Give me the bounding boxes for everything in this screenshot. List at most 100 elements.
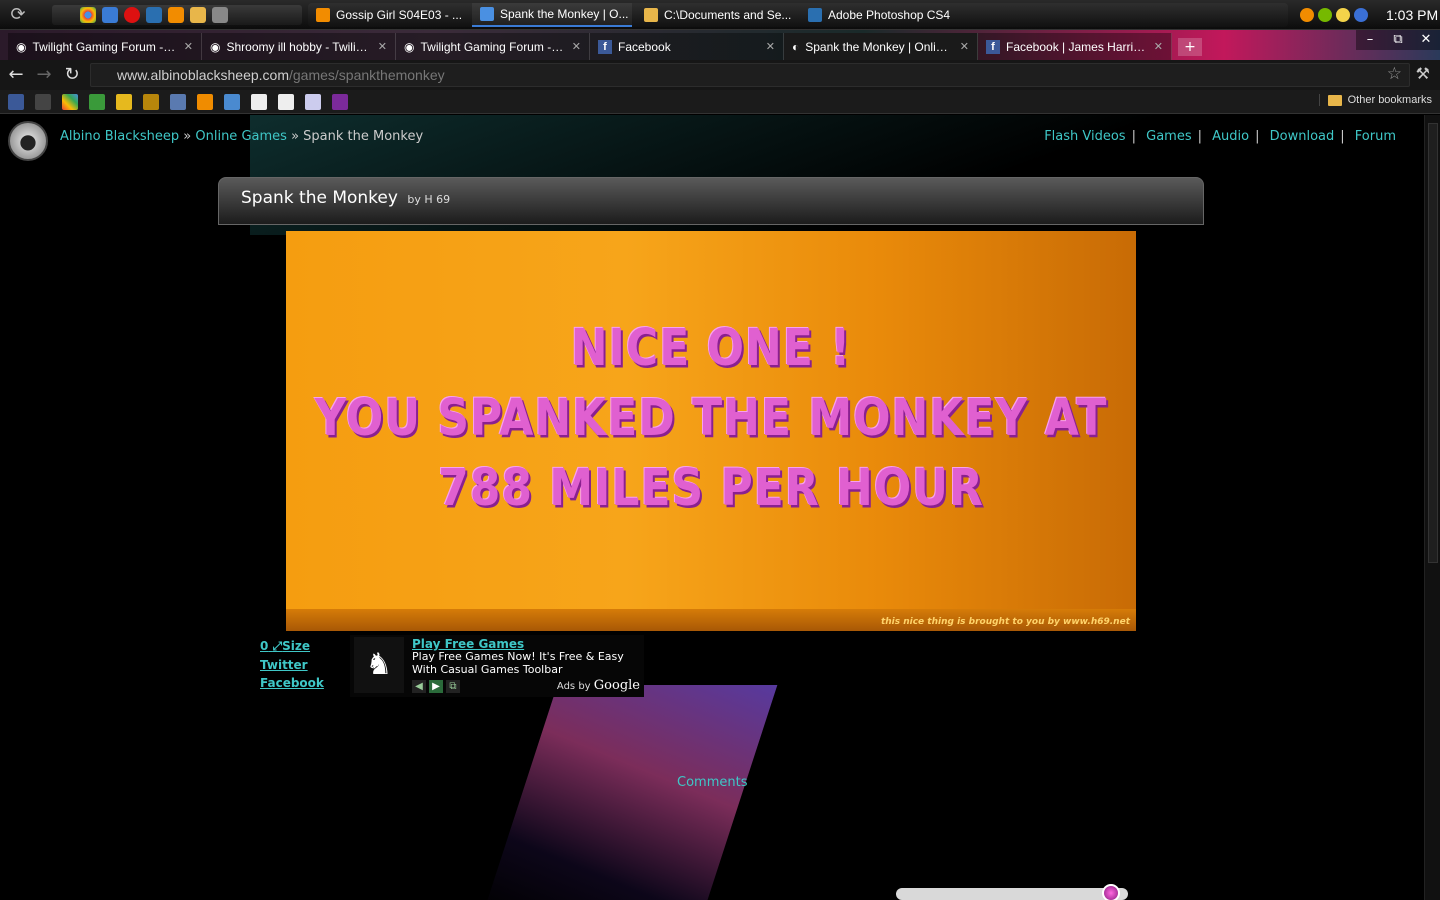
photoshop-icon[interactable] bbox=[146, 7, 162, 23]
app-icon[interactable] bbox=[212, 7, 228, 23]
close-icon[interactable]: ✕ bbox=[766, 40, 775, 53]
site-logo[interactable]: ● bbox=[8, 121, 48, 161]
task-label: Gossip Girl S04E03 - ... bbox=[336, 8, 463, 22]
tab-spank-the-monkey[interactable]: ◐ Spank the Monkey | Online ... ✕ bbox=[784, 33, 978, 60]
bot-bookmark-icon[interactable] bbox=[305, 94, 321, 110]
nav-separator: | bbox=[1197, 129, 1202, 144]
start-button[interactable]: ⟳ bbox=[6, 4, 30, 26]
game-title: Spank the Monkey bbox=[241, 188, 398, 208]
restore-button[interactable]: ⧉ bbox=[1384, 30, 1412, 50]
ad-prev-icon[interactable]: ◀ bbox=[412, 680, 426, 693]
other-bookmarks-label: Other bookmarks bbox=[1347, 94, 1432, 106]
task-chrome[interactable]: Spank the Monkey | O... bbox=[472, 3, 632, 27]
opera-icon[interactable] bbox=[124, 7, 140, 23]
google-ad[interactable]: ♞ Play Free Games Play Free Games Now! I… bbox=[350, 635, 644, 697]
nvidia-icon[interactable] bbox=[1318, 8, 1332, 22]
breadcrumb-section-link[interactable]: Online Games bbox=[195, 129, 287, 144]
yahoo-bookmark-icon[interactable] bbox=[332, 94, 348, 110]
chrome-icon bbox=[480, 7, 494, 21]
task-label: C:\Documents and Se... bbox=[664, 8, 792, 22]
nav-audio[interactable]: Audio bbox=[1212, 129, 1249, 144]
wrench-icon[interactable]: ⚒ bbox=[1416, 64, 1430, 83]
close-icon[interactable]: ✕ bbox=[572, 40, 581, 53]
breadcrumb-separator: » bbox=[291, 129, 304, 144]
grid-bookmark-icon[interactable] bbox=[89, 94, 105, 110]
bookmarks-bar: Other bookmarks bbox=[0, 90, 1440, 114]
size-count: 0 bbox=[260, 639, 269, 653]
folder-icon[interactable] bbox=[190, 7, 206, 23]
comments-heading[interactable]: Comments bbox=[677, 775, 747, 790]
address-bar[interactable]: www.albinoblacksheep.com/games/spankthem… bbox=[90, 63, 1410, 87]
tab-twilight-1[interactable]: ◉ Twilight Gaming Forum -> C... ✕ bbox=[8, 33, 202, 60]
tab-shroomy[interactable]: ◉ Shroomy ill hobby - Twilight... ✕ bbox=[202, 33, 396, 60]
vlc-icon[interactable] bbox=[168, 7, 184, 23]
tab-facebook-james[interactable]: f Facebook | James Harris's ... ✕ bbox=[978, 33, 1172, 60]
game-credit[interactable]: this nice thing is brought to you by www… bbox=[881, 617, 1130, 627]
task-explorer[interactable]: C:\Documents and Se... bbox=[636, 3, 796, 27]
nav-separator: | bbox=[1131, 129, 1136, 144]
back-button[interactable]: ← bbox=[6, 65, 26, 85]
ads-by-google[interactable]: Ads by Google bbox=[557, 678, 640, 693]
ie-icon[interactable] bbox=[102, 7, 118, 23]
browser-toolbar: ← → ↻ www.albinoblacksheep.com/games/spa… bbox=[0, 60, 1440, 90]
page-bookmark-icon[interactable] bbox=[251, 94, 267, 110]
game-header-panel: Spank the Monkey by H 69 bbox=[218, 177, 1204, 225]
eye-bookmark-icon[interactable] bbox=[35, 94, 51, 110]
ad-external-icon[interactable]: ⧉ bbox=[446, 680, 460, 693]
web-page: ● Albino Blacksheep » Online Games » Spa… bbox=[0, 115, 1424, 900]
facebook-link[interactable]: Facebook bbox=[260, 676, 324, 690]
nav-flash-videos[interactable]: Flash Videos bbox=[1044, 129, 1125, 144]
ad-next-icon[interactable]: ▶ bbox=[429, 680, 443, 693]
url-host: www.albinoblacksheep.com bbox=[117, 67, 289, 83]
twitter-link[interactable]: Twitter bbox=[260, 658, 324, 672]
game-message-line-1: NICE ONE ! bbox=[570, 319, 852, 378]
page-slider-track[interactable] bbox=[896, 888, 1128, 900]
tab-label: Shroomy ill hobby - Twilight... bbox=[226, 39, 372, 54]
imdb-bookmark-icon[interactable] bbox=[116, 94, 132, 110]
photo-bookmark-icon[interactable] bbox=[224, 94, 240, 110]
reload-button[interactable]: ↻ bbox=[62, 65, 82, 85]
new-tab-button[interactable]: + bbox=[1178, 38, 1202, 56]
flash-game[interactable]: NICE ONE ! YOU SPANKED THE MONKEY AT 788… bbox=[286, 231, 1136, 631]
other-bookmarks[interactable]: Other bookmarks bbox=[1318, 94, 1432, 106]
disc-icon[interactable] bbox=[1336, 8, 1350, 22]
clock[interactable]: 1:03 PM bbox=[1386, 7, 1438, 23]
nav-forum[interactable]: Forum bbox=[1355, 129, 1396, 144]
ad-title-link[interactable]: Play Free Games bbox=[412, 637, 524, 651]
game-message-line-3: 788 MILES PER HOUR bbox=[438, 459, 984, 518]
forward-button[interactable]: → bbox=[34, 65, 54, 85]
doc-bookmark-icon[interactable] bbox=[170, 94, 186, 110]
task-photoshop[interactable]: Adobe Photoshop CS4 bbox=[800, 3, 960, 27]
minimize-button[interactable]: – bbox=[1356, 30, 1384, 50]
breadcrumb-home-link[interactable]: Albino Blacksheep bbox=[60, 129, 179, 144]
network-icon[interactable] bbox=[1354, 8, 1368, 22]
browser-tab-strip: ◉ Twilight Gaming Forum -> C... ✕ ◉ Shro… bbox=[0, 30, 1440, 60]
tab-twilight-2[interactable]: ◉ Twilight Gaming Forum -> C... ✕ bbox=[396, 33, 590, 60]
close-window-button[interactable]: ✕ bbox=[1412, 30, 1440, 50]
nav-games[interactable]: Games bbox=[1146, 129, 1191, 144]
task-gossip-girl[interactable]: Gossip Girl S04E03 - ... bbox=[308, 3, 468, 27]
ad-thumbnail[interactable]: ♞ bbox=[354, 637, 404, 693]
vlc-tray-icon[interactable] bbox=[1300, 8, 1314, 22]
nav-download[interactable]: Download bbox=[1270, 129, 1335, 144]
close-icon[interactable]: ✕ bbox=[184, 40, 193, 53]
tab-label: Facebook | James Harris's ... bbox=[1006, 39, 1148, 54]
close-icon[interactable]: ✕ bbox=[1154, 40, 1163, 53]
amazon-bookmark-icon[interactable] bbox=[197, 94, 213, 110]
close-icon[interactable]: ✕ bbox=[378, 40, 387, 53]
chrome-icon[interactable] bbox=[80, 7, 96, 23]
vertical-scrollbar[interactable] bbox=[1424, 115, 1440, 900]
tab-facebook[interactable]: f Facebook ✕ bbox=[590, 33, 784, 60]
page-slider-knob[interactable] bbox=[1102, 884, 1120, 900]
scrollbar-thumb[interactable] bbox=[1428, 123, 1438, 563]
close-icon[interactable]: ✕ bbox=[960, 40, 969, 53]
nav-separator: | bbox=[1340, 129, 1345, 144]
bookmark-star-icon[interactable]: ☆ bbox=[1387, 64, 1402, 84]
background-streak bbox=[482, 685, 778, 900]
page-bookmark-icon[interactable] bbox=[278, 94, 294, 110]
windows-bookmark-icon[interactable] bbox=[62, 94, 78, 110]
facebook-bookmark-icon[interactable] bbox=[8, 94, 24, 110]
star-bookmark-icon[interactable] bbox=[143, 94, 159, 110]
size-link[interactable]: 0 ⤢Size bbox=[260, 639, 324, 654]
task-label: Spank the Monkey | O... bbox=[500, 7, 629, 21]
